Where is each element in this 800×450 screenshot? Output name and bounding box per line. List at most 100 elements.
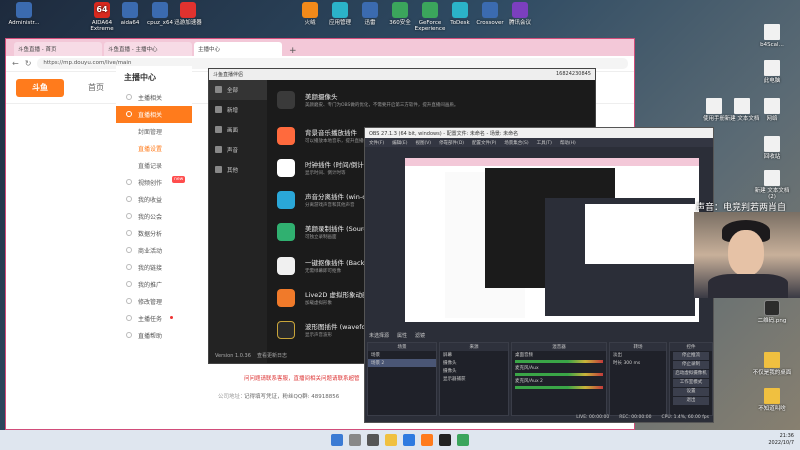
stop-stream-button[interactable]: 停止推流	[673, 352, 709, 360]
obs-icon[interactable]	[439, 434, 451, 446]
desktop-icon-right-3[interactable]: 回收站	[752, 136, 792, 160]
start-icon[interactable]	[331, 434, 343, 446]
circle-icon	[126, 247, 132, 253]
app-icon	[122, 2, 138, 18]
new-tab-button[interactable]: +	[284, 46, 302, 56]
sidebar-item[interactable]: 视频创作 new	[116, 174, 192, 191]
plugin-nav-audio[interactable]: 声音	[209, 140, 267, 160]
duration-input[interactable]: 300 ms	[623, 361, 640, 366]
search-icon[interactable]	[349, 434, 361, 446]
back-icon[interactable]: ←	[12, 59, 19, 68]
file-icon	[764, 136, 780, 152]
app-icon[interactable]	[457, 434, 469, 446]
desktop-icon-right-4[interactable]: 新建 文本文档 (2)	[752, 170, 792, 201]
app-icon	[482, 2, 498, 18]
refresh-icon[interactable]: ↻	[25, 59, 32, 68]
plugin-nav-new[interactable]: 新增	[209, 100, 267, 120]
browser-tab-strip: 斗鱼直播 - 首页 斗鱼直播 - 主播中心 主播中心 +	[6, 39, 634, 56]
sidebar-item[interactable]: 修改管理	[116, 293, 192, 310]
plugin-nav-all[interactable]: 全部	[209, 80, 267, 100]
edge-icon[interactable]	[403, 434, 415, 446]
desktop-icon-xunyou[interactable]: 迅游加速器	[168, 2, 208, 26]
desktop-icon-admin[interactable]: Administr...	[4, 2, 44, 26]
sidebar-item[interactable]: 主播任务	[116, 310, 192, 327]
menu-docks[interactable]: 停靠部件(D)	[439, 140, 464, 146]
sidebar-subitem[interactable]: 直播记录	[116, 157, 192, 174]
sidebar-item[interactable]: 主播相关	[116, 89, 192, 106]
obs-title: OBS 27.1.3 (64 bit, windows) - 配置文件: 未命名…	[365, 128, 713, 138]
mixer-channel: 麦克风/Aux 2	[515, 379, 543, 384]
settings-button[interactable]: 设置	[673, 388, 709, 396]
sidebar-item[interactable]: 数据分析	[116, 225, 192, 242]
sidebar-item[interactable]: 我的收益	[116, 191, 192, 208]
obs-preview-canvas[interactable]	[405, 158, 699, 322]
person-face	[728, 230, 764, 276]
desktop-icon-right-8[interactable]: 不知道叫啥	[752, 388, 792, 412]
changelog-link[interactable]: 查看更新日志	[257, 352, 287, 359]
menu-tools[interactable]: 工具(T)	[537, 140, 552, 146]
sidebar-item[interactable]: 我的推广	[116, 276, 192, 293]
desktop-icon-right-1[interactable]: 此电脑	[752, 60, 792, 84]
sources-title: 来源	[440, 343, 508, 351]
rec-status: REC: 00:00:00	[619, 415, 652, 420]
desktop-icon-right-0[interactable]: b4Scal...	[752, 24, 792, 48]
circle-icon	[126, 213, 132, 219]
menu-file[interactable]: 文件(F)	[369, 140, 384, 146]
menu-scene-collection[interactable]: 场景集合(S)	[504, 140, 528, 146]
browser-tab[interactable]: 斗鱼直播 - 主播中心	[104, 42, 192, 56]
plugin-nav-other[interactable]: 其他	[209, 160, 267, 180]
source-item[interactable]: 摄像头	[440, 359, 508, 367]
scene-item[interactable]: 场景	[368, 351, 436, 359]
filters-button[interactable]: 滤镜	[415, 332, 425, 339]
plugin-nav-video[interactable]: 画面	[209, 120, 267, 140]
source-item[interactable]: 显示器捕获	[440, 375, 508, 383]
browser-tab-active[interactable]: 主播中心	[194, 42, 282, 56]
mixer-dock: 混音器 桌面音频 麦克风/Aux 麦克风/Aux 2	[511, 342, 607, 416]
preview-tabbar	[405, 158, 699, 166]
desktop-icon-right-7[interactable]: 不仅是我的桌面	[752, 352, 792, 376]
scene-item-selected[interactable]: 场景 2	[368, 359, 436, 367]
app-icon	[392, 2, 408, 18]
desktop-icon-mid-1[interactable]: 新建 文本文档	[722, 98, 762, 122]
properties-button[interactable]: 属性	[397, 332, 407, 339]
user-folder-icon	[16, 2, 32, 18]
task-view-icon[interactable]	[367, 434, 379, 446]
taskbar-clock[interactable]: 21:36 2022/10/7	[768, 433, 794, 446]
source-item[interactable]: 屏幕	[440, 351, 508, 359]
studio-mode-button[interactable]: 工作室模式	[673, 379, 709, 387]
version-label: Version 1.0.36	[215, 353, 251, 359]
desktop-icon-right-6[interactable]: 二维码.png	[752, 300, 792, 324]
sidebar-item[interactable]: 商业活动	[116, 242, 192, 259]
cpu-status: CPU: 1.4%, 60.00 fps	[661, 415, 710, 420]
grid-icon	[215, 86, 222, 93]
circle-icon	[126, 264, 132, 270]
menu-edit[interactable]: 编辑(E)	[392, 140, 407, 146]
menu-profile[interactable]: 配置文件(P)	[472, 140, 496, 146]
exit-button[interactable]: 退出	[673, 397, 709, 405]
source-item[interactable]: 摄像头	[440, 367, 508, 375]
file-explorer-icon[interactable]	[385, 434, 397, 446]
douyu-icon[interactable]	[421, 434, 433, 446]
duration-label: 时长	[613, 361, 622, 366]
sidebar-item[interactable]: 我的链接	[116, 259, 192, 276]
sidebar-subitem-selected[interactable]: 直播设置	[116, 140, 192, 157]
circle-icon	[126, 230, 132, 236]
sidebar-subitem[interactable]: 封面管理	[116, 123, 192, 140]
stop-record-button[interactable]: 停止录制	[673, 361, 709, 369]
taskbar: 21:36 2022/10/7	[0, 430, 800, 450]
folder-icon	[764, 388, 780, 404]
browser-tab[interactable]: 斗鱼直播 - 首页	[14, 42, 102, 56]
sidebar-item-active[interactable]: 直播相关	[116, 106, 192, 123]
menu-view[interactable]: 视图(V)	[415, 140, 431, 146]
transition-select[interactable]: 淡出	[610, 351, 666, 359]
plugin-row[interactable]: 美颜摄像头 美颜磨皮、专门为OBS做的优化，不需要开启第三方软件，提升直播间画质。	[277, 89, 577, 119]
virtual-camera-button[interactable]: 启动虚拟摄像机	[673, 370, 709, 378]
douyu-logo[interactable]: 斗鱼	[16, 78, 64, 97]
sidebar-item[interactable]: 直播帮助	[116, 327, 192, 344]
sidebar-item[interactable]: 我的公会	[116, 208, 192, 225]
home-link[interactable]: 首页	[88, 82, 104, 93]
desktop-icon-tencent-meeting[interactable]: 腾讯会议	[500, 2, 540, 26]
circle-icon	[126, 111, 132, 117]
menu-help[interactable]: 帮助(H)	[560, 140, 576, 146]
plugin-id-text: 16824230845	[556, 71, 591, 77]
